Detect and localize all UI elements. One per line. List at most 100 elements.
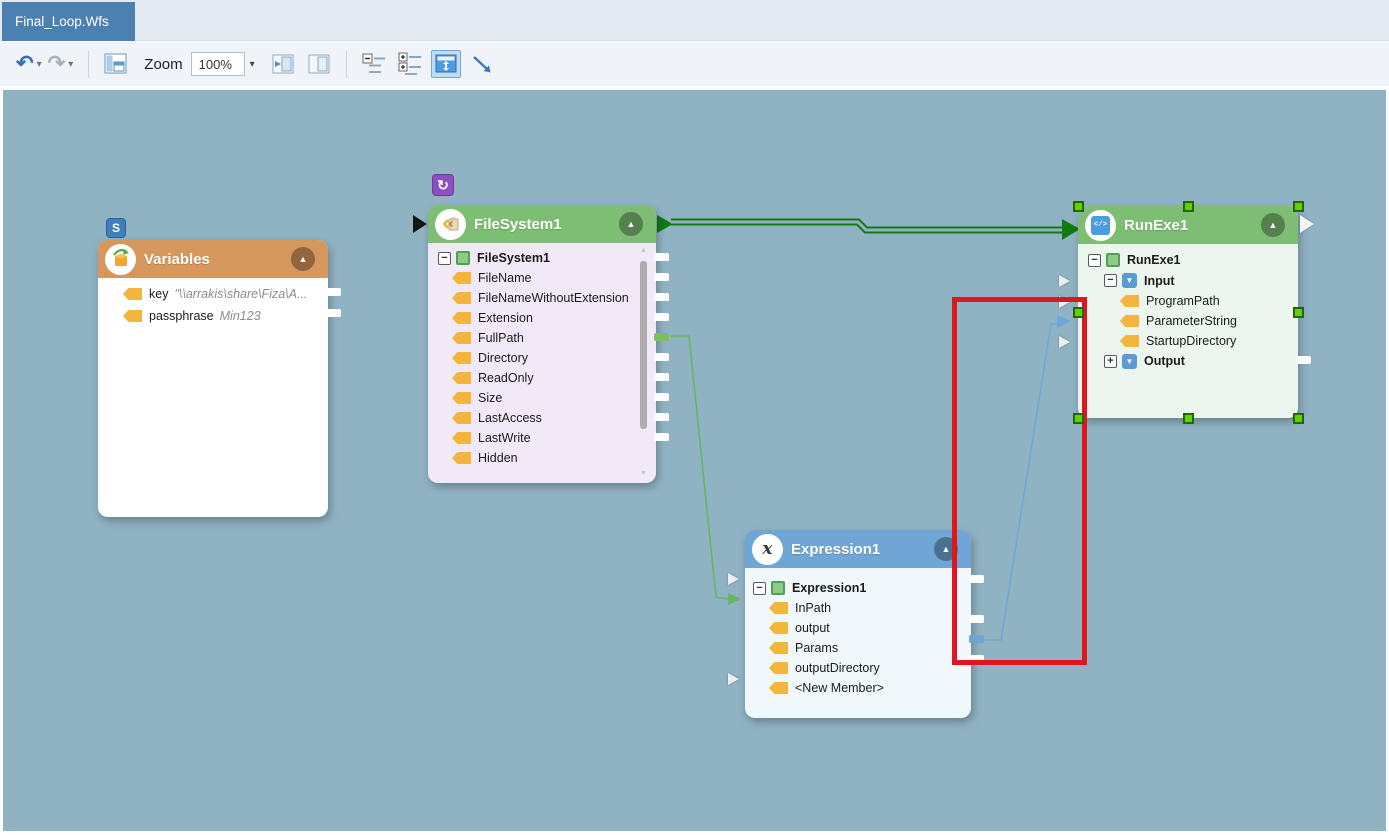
collapse-box-icon[interactable] — [438, 252, 451, 265]
node-filesystem1[interactable]: FileSystem1 FileSystem1 FileName FileNam… — [428, 205, 656, 483]
redo-icon[interactable]: ↷ — [48, 53, 66, 75]
zoom-dropdown-icon[interactable]: ▾ — [250, 59, 255, 70]
dock-right-icon[interactable] — [304, 50, 334, 78]
zoom-combo[interactable]: 100% ▾ — [191, 52, 265, 76]
tree-member-row[interactable]: outputDirectory — [769, 658, 971, 678]
selection-handle-top-left[interactable] — [1073, 201, 1084, 212]
exec-input-arrow[interactable] — [413, 215, 427, 233]
node-filesystem1-header[interactable]: FileSystem1 — [428, 205, 656, 243]
collapse-all-icon[interactable] — [359, 50, 389, 78]
output-port[interactable] — [969, 615, 984, 623]
output-port[interactable] — [654, 433, 669, 441]
output-port[interactable] — [326, 309, 341, 317]
collapse-node-icon[interactable] — [1261, 213, 1285, 237]
collapse-node-icon[interactable] — [291, 247, 315, 271]
collapse-node-icon[interactable] — [934, 537, 958, 561]
member-label: outputDirectory — [795, 661, 880, 675]
selection-handle-top-center[interactable] — [1183, 201, 1194, 212]
variable-row[interactable]: passphrase Min123 — [123, 306, 328, 326]
zoom-value[interactable]: 100% — [191, 52, 245, 76]
tree-root-row[interactable]: Expression1 — [753, 578, 971, 598]
output-port[interactable] — [654, 393, 669, 401]
exec-output-arrow[interactable] — [1300, 215, 1314, 233]
output-port[interactable] — [654, 253, 669, 261]
output-port[interactable] — [1296, 356, 1311, 364]
tree-member-row[interactable]: FullPath — [452, 328, 656, 348]
input-arrow[interactable] — [728, 573, 739, 585]
collapse-box-icon[interactable] — [1088, 254, 1101, 267]
input-arrow[interactable] — [1059, 336, 1070, 348]
tree-member-row[interactable]: StartupDirectory — [1120, 331, 1298, 351]
loop-badge-icon[interactable] — [432, 174, 454, 196]
output-port[interactable] — [969, 575, 984, 583]
selection-handle-mid-right[interactable] — [1293, 307, 1304, 318]
output-port[interactable] — [654, 313, 669, 321]
output-port-connected[interactable] — [969, 635, 984, 643]
node-expression1[interactable]: x Expression1 Expression1 InPath output … — [745, 530, 971, 718]
tree-member-row[interactable]: Directory — [452, 348, 656, 368]
dock-left-icon[interactable] — [268, 50, 298, 78]
tree-root-row[interactable]: FileSystem1 — [438, 248, 656, 268]
node-variables[interactable]: S Variables key "\\arrakis\share\Fiza\A.… — [98, 240, 328, 517]
tree-member-row[interactable]: output — [769, 618, 971, 638]
selection-handle-bottom-center[interactable] — [1183, 413, 1194, 424]
tree-member-row[interactable]: LastWrite — [452, 428, 656, 448]
tree-member-row[interactable]: Extension — [452, 308, 656, 328]
tree-group-row[interactable]: Output — [1104, 351, 1298, 371]
output-port[interactable] — [654, 413, 669, 421]
selection-handle-top-right[interactable] — [1293, 201, 1304, 212]
input-arrow[interactable] — [728, 673, 739, 685]
input-arrow[interactable] — [1059, 296, 1070, 308]
tree-member-row[interactable]: <New Member> — [769, 678, 971, 698]
output-port[interactable] — [654, 273, 669, 281]
node-variables-header[interactable]: Variables — [98, 240, 328, 278]
output-port[interactable] — [654, 373, 669, 381]
tree-member-row[interactable]: Params — [769, 638, 971, 658]
tree-member-row[interactable]: ProgramPath — [1120, 291, 1298, 311]
member-tag-icon — [1120, 315, 1139, 327]
expand-all-icon[interactable] — [395, 50, 425, 78]
tree-member-row[interactable]: ParameterString — [1120, 311, 1298, 331]
variable-row[interactable]: key "\\arrakis\share\Fiza\A... — [123, 284, 328, 304]
output-port[interactable] — [969, 655, 984, 663]
undo-icon[interactable]: ↶ — [16, 53, 34, 75]
scroll-up-icon[interactable]: ▲ — [639, 247, 648, 254]
node-title: Expression1 — [791, 541, 880, 558]
draw-connection-icon[interactable] — [467, 50, 497, 78]
overview-panel-icon[interactable] — [101, 50, 131, 78]
node-expression1-header[interactable]: x Expression1 — [745, 530, 971, 568]
collapse-box-icon[interactable] — [1104, 274, 1117, 287]
node-runexe1[interactable]: </> RunExe1 RunExe1 Input ProgramPath Pa… — [1078, 206, 1298, 418]
undo-dropdown-icon[interactable]: ▾ — [37, 59, 42, 70]
selection-handle-bottom-right[interactable] — [1293, 413, 1304, 424]
scroll-down-icon[interactable]: ▼ — [639, 470, 648, 477]
collapse-node-icon[interactable] — [619, 212, 643, 236]
tree-member-row[interactable]: Hidden — [452, 448, 656, 468]
node-scrollbar[interactable]: ▲ ▼ — [639, 247, 648, 477]
tree-member-row[interactable]: FileName — [452, 268, 656, 288]
tab-final-loop[interactable]: Final_Loop.Wfs — [2, 2, 135, 41]
tree-member-row[interactable]: InPath — [769, 598, 971, 618]
tree-member-row[interactable]: Size — [452, 388, 656, 408]
output-port[interactable] — [654, 353, 669, 361]
node-runexe1-header[interactable]: </> RunExe1 — [1078, 206, 1298, 244]
tree-member-row[interactable]: ReadOnly — [452, 368, 656, 388]
selection-handle-mid-left[interactable] — [1073, 307, 1084, 318]
scrollbar-thumb[interactable] — [640, 261, 647, 429]
expand-box-icon[interactable] — [1104, 355, 1117, 368]
collapse-box-icon[interactable] — [753, 582, 766, 595]
output-port-connected[interactable] — [654, 333, 669, 341]
output-port[interactable] — [326, 288, 341, 296]
tree-root-row[interactable]: RunExe1 — [1088, 250, 1298, 270]
tree-group-row[interactable]: Input — [1104, 270, 1298, 291]
tree-root-label: RunExe1 — [1127, 253, 1181, 267]
autosize-icon[interactable] — [431, 50, 461, 78]
tree-member-row[interactable]: LastAccess — [452, 408, 656, 428]
selection-handle-bottom-left[interactable] — [1073, 413, 1084, 424]
output-port[interactable] — [654, 293, 669, 301]
redo-dropdown-icon[interactable]: ▾ — [68, 59, 73, 70]
tree-member-row[interactable]: FileNameWithoutExtension — [452, 288, 656, 308]
input-arrow[interactable] — [1059, 275, 1070, 287]
member-tag-icon — [1120, 335, 1139, 347]
settings-badge-icon[interactable]: S — [106, 218, 126, 238]
